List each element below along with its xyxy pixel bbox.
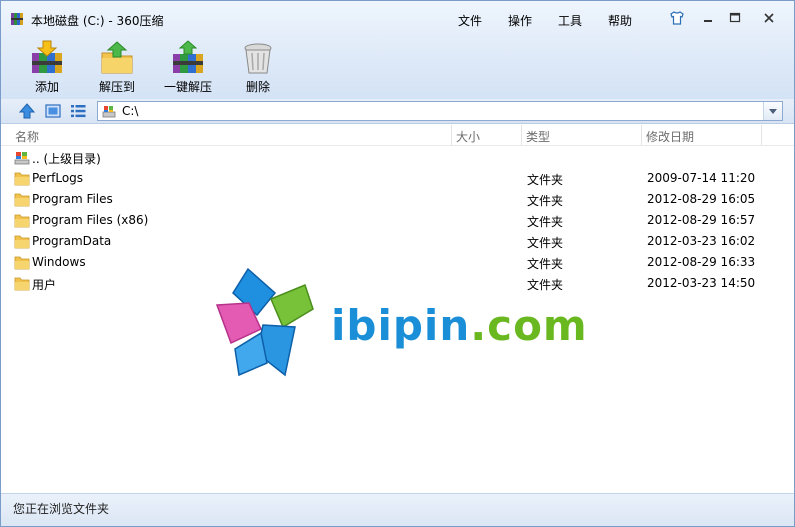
menu-file[interactable]: 文件 [458,12,482,29]
column-modified[interactable]: 修改日期 [646,128,694,145]
column-separator[interactable] [761,125,762,145]
menu-operate[interactable]: 操作 [508,12,532,29]
folder-icon [14,214,30,228]
column-separator[interactable] [641,125,642,145]
archive-app-icon [11,13,23,25]
extract-to-button[interactable]: 解压到 [85,37,149,97]
folder-icon [14,193,30,207]
column-size[interactable]: 大小 [456,128,480,145]
folder-icon [14,235,30,249]
minimize-icon [704,20,712,22]
menu-tools[interactable]: 工具 [558,12,582,29]
status-bar: 您正在浏览文件夹 [1,493,794,526]
list-item[interactable]: ProgramData 文件夹 2012-03-23 16:02 [1,231,794,252]
address-bar[interactable]: C:\ [97,101,783,121]
file-type: 文件夹 [527,173,564,187]
file-type: 文件夹 [527,236,564,250]
watermark: ibipin.com [213,263,593,383]
file-name: Program Files (x86) [32,213,149,227]
extract-to-icon [101,41,133,74]
file-date: 2012-08-29 16:33 [647,255,756,269]
close-icon [764,13,774,23]
watermark-logo-icon [215,267,314,377]
list-item[interactable]: PerfLogs 文件夹 2009-07-14 11:20 [1,168,794,189]
add-button[interactable]: 添加 [15,37,79,97]
folder-icon [14,256,30,270]
drive-icon [102,106,116,118]
status-text: 您正在浏览文件夹 [13,502,110,516]
file-name: PerfLogs [32,171,84,185]
watermark-text-right: .com [470,301,588,350]
top-chrome: 本地磁盘 (C:) - 360压缩 文件 操作 工具 帮助 添加 解压到 一键解… [1,1,794,101]
toolbar: 添加 解压到 一键解压 删除 [1,37,794,97]
file-date: 2012-08-29 16:05 [647,192,756,206]
file-date: 2012-03-23 14:50 [647,276,756,290]
watermark-text-left: ibipin [331,301,471,350]
menu-help[interactable]: 帮助 [608,12,632,29]
folder-icon [14,277,30,291]
window-title: 本地磁盘 (C:) - 360压缩 [31,14,164,28]
skin-button[interactable] [664,7,690,29]
maximize-icon [729,12,741,23]
one-click-extract-icon [173,40,203,73]
column-name[interactable]: 名称 [15,128,39,145]
folder-icon [14,172,30,186]
address-dropdown-button[interactable] [763,102,782,120]
file-date: 2009-07-14 11:20 [647,171,756,185]
up-arrow-icon[interactable] [18,102,36,120]
file-name: 用户 [32,278,57,292]
close-button[interactable] [756,7,782,29]
list-item-parent[interactable]: .. (上级目录) [1,147,794,168]
thumbnail-view-icon[interactable] [44,102,62,120]
minimize-button[interactable] [695,7,721,29]
watermark-text: ibipin.com [331,301,588,350]
title-bar: 本地磁盘 (C:) - 360压缩 文件 操作 工具 帮助 [1,1,794,37]
one-click-extract-label: 一键解压 [163,80,212,94]
file-date: 2012-08-29 16:57 [647,213,756,227]
trash-bin-icon [244,43,272,74]
list-item[interactable]: Program Files (x86) 文件夹 2012-08-29 16:57 [1,210,794,231]
tshirt-icon [670,11,684,25]
one-click-extract-button[interactable]: 一键解压 [156,37,220,97]
parent-folder-icon [14,152,30,165]
column-type[interactable]: 类型 [526,128,550,145]
file-type: 文件夹 [527,194,564,208]
file-list-header: 名称 大小 类型 修改日期 [1,125,794,146]
file-name: Windows [32,255,86,269]
column-separator[interactable] [451,125,452,145]
extract-to-label: 解压到 [98,80,135,94]
file-name: ProgramData [32,234,112,248]
maximize-button[interactable] [722,7,748,29]
file-name: .. (上级目录) [32,152,101,166]
delete-label: 删除 [245,80,270,94]
file-name: Program Files [32,192,113,206]
add-label: 添加 [34,80,59,94]
file-type: 文件夹 [527,215,564,229]
list-view-icon[interactable] [69,102,87,120]
navigation-bar: C:\ [1,99,794,124]
list-item[interactable]: Program Files 文件夹 2012-08-29 16:05 [1,189,794,210]
add-archive-icon [32,40,62,73]
delete-button[interactable]: 删除 [226,37,290,97]
column-separator[interactable] [521,125,522,145]
address-path: C:\ [122,104,139,118]
app-window: 本地磁盘 (C:) - 360压缩 文件 操作 工具 帮助 添加 解压到 一键解… [0,0,795,527]
file-date: 2012-03-23 16:02 [647,234,756,248]
